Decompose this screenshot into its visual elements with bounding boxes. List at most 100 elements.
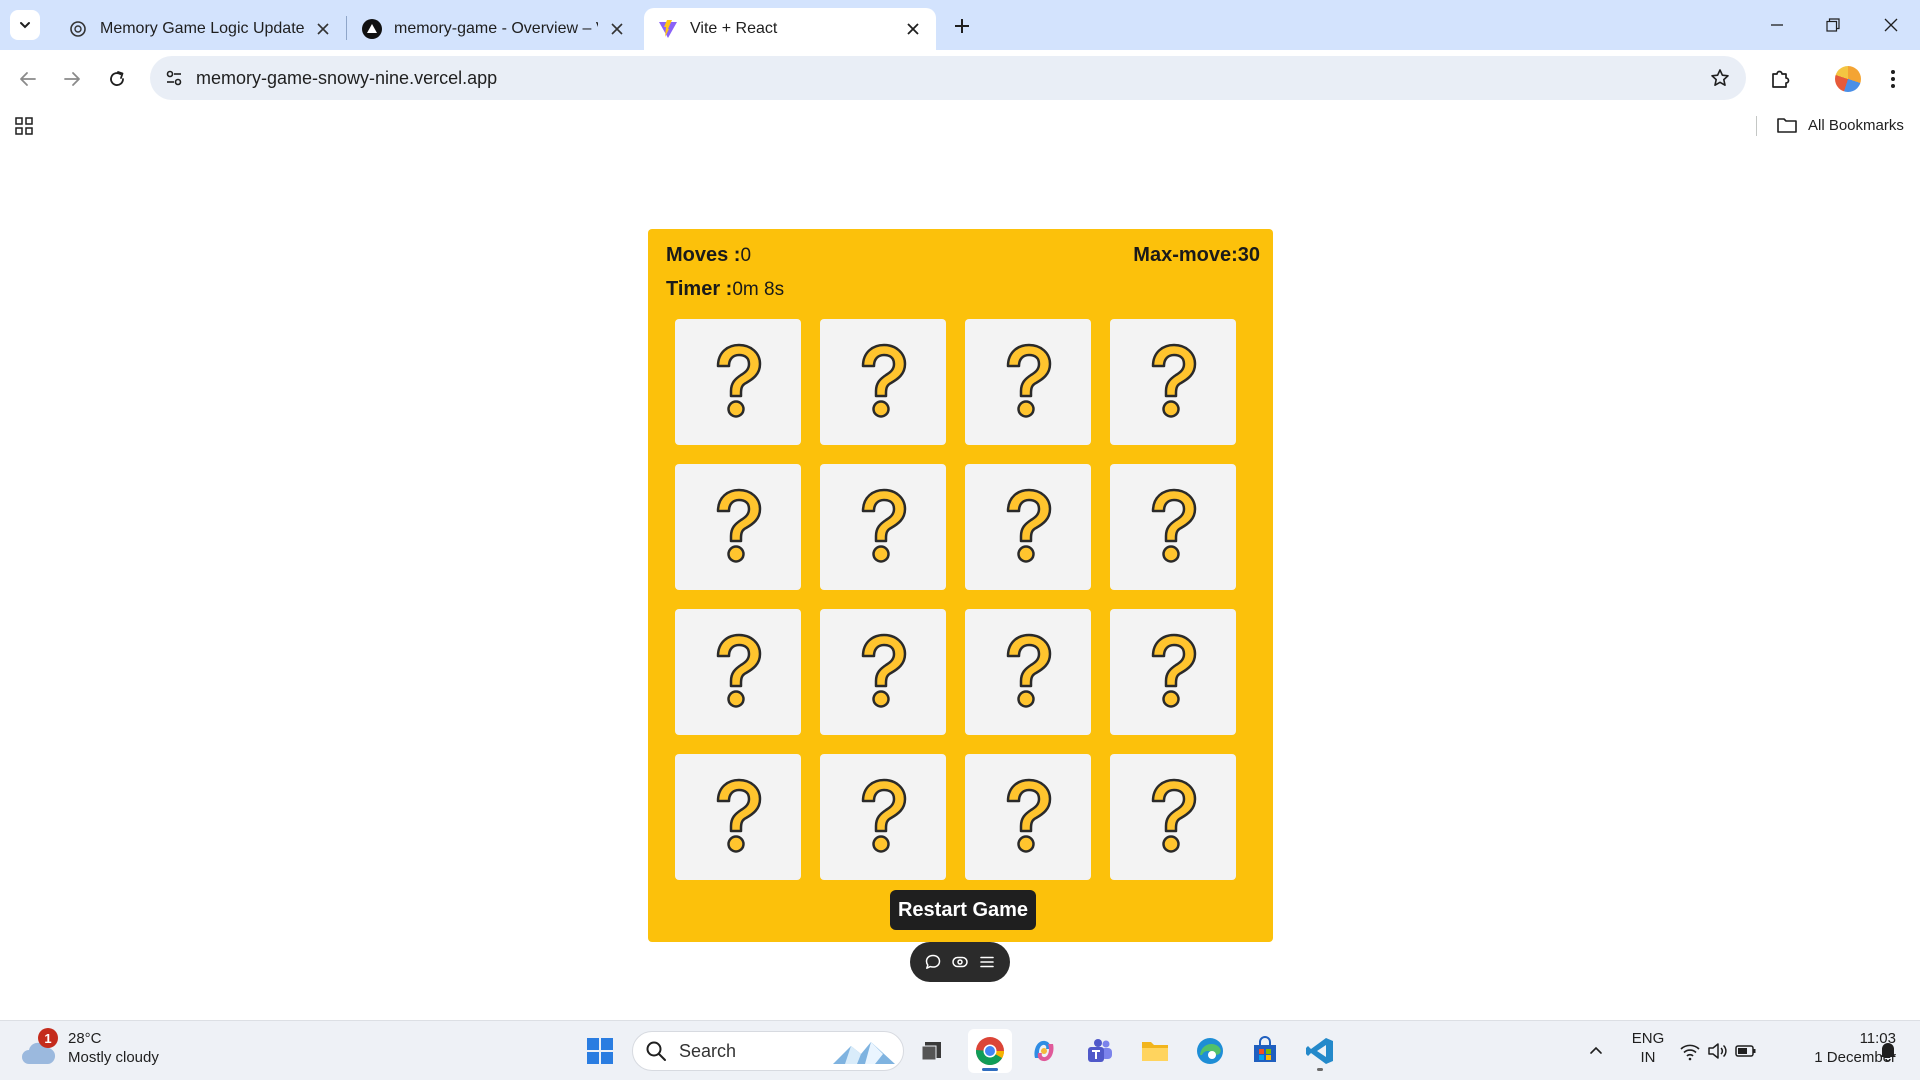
url-text: memory-game-snowy-nine.vercel.app bbox=[196, 68, 498, 88]
moves-label: Moves : bbox=[666, 244, 741, 266]
memory-card[interactable] bbox=[820, 754, 946, 880]
arrow-left-icon bbox=[20, 72, 36, 86]
weather-widget[interactable]: 1 28°C Mostly cloudy bbox=[20, 1028, 159, 1067]
memory-card[interactable] bbox=[1110, 319, 1236, 445]
address-bar[interactable]: memory-game-snowy-nine.vercel.app bbox=[150, 56, 1746, 100]
floating-toolbar bbox=[910, 942, 1010, 982]
language-region: IN bbox=[1640, 1049, 1656, 1066]
notification-badge: 1 bbox=[38, 1028, 58, 1048]
eye-icon[interactable] bbox=[949, 951, 971, 973]
close-window-button[interactable] bbox=[1874, 8, 1908, 42]
notifications-button[interactable] bbox=[1870, 1029, 1906, 1073]
timer-label: Timer : bbox=[666, 278, 733, 300]
memory-card[interactable] bbox=[1110, 754, 1236, 880]
chrome-taskbar-button[interactable] bbox=[968, 1029, 1012, 1073]
task-view-button[interactable] bbox=[910, 1029, 954, 1073]
question-mark-icon bbox=[1151, 343, 1197, 418]
question-mark-icon bbox=[716, 343, 762, 418]
question-mark-icon bbox=[861, 633, 907, 708]
timer: Timer :0m 8s bbox=[666, 278, 784, 301]
restore-button[interactable] bbox=[1816, 8, 1850, 42]
folder-icon bbox=[1776, 115, 1798, 135]
memory-card[interactable] bbox=[675, 609, 801, 735]
timer-value: 0m 8s bbox=[732, 279, 785, 300]
forward-button[interactable] bbox=[54, 61, 90, 97]
extensions-button[interactable] bbox=[1762, 61, 1798, 97]
active-indicator bbox=[982, 1068, 998, 1071]
memory-card[interactable] bbox=[675, 464, 801, 590]
show-hidden-icons-button[interactable] bbox=[1576, 1029, 1616, 1073]
profile-button[interactable] bbox=[1830, 61, 1866, 97]
openai-icon bbox=[68, 19, 88, 39]
question-mark-icon bbox=[716, 778, 762, 853]
minimize-icon bbox=[1771, 24, 1783, 26]
site-settings-icon[interactable] bbox=[162, 66, 186, 90]
windows-taskbar: 1 28°C Mostly cloudy Search ENG IN 11:03… bbox=[0, 1020, 1920, 1080]
file-explorer-taskbar-button[interactable] bbox=[1133, 1029, 1177, 1073]
tab-title: Memory Game Logic Update bbox=[100, 20, 304, 37]
chevron-up-icon bbox=[1590, 1046, 1602, 1054]
apps-grid-icon[interactable] bbox=[12, 114, 36, 138]
copilot-taskbar-button[interactable] bbox=[1022, 1029, 1066, 1073]
edge-icon bbox=[1197, 1038, 1223, 1064]
folder-icon bbox=[1142, 1042, 1168, 1061]
tab-search-button[interactable] bbox=[10, 10, 40, 40]
taskbar-search[interactable]: Search bbox=[632, 1031, 904, 1071]
memory-card[interactable] bbox=[820, 319, 946, 445]
battery-icon bbox=[1735, 1045, 1756, 1057]
memory-card[interactable] bbox=[820, 464, 946, 590]
language-indicator[interactable]: ENG IN bbox=[1628, 1029, 1668, 1067]
quick-settings-button[interactable] bbox=[1676, 1029, 1760, 1073]
question-mark-icon bbox=[1006, 778, 1052, 853]
bookmarks-divider bbox=[1756, 116, 1757, 136]
search-placeholder: Search bbox=[679, 1040, 737, 1061]
memory-card[interactable] bbox=[820, 609, 946, 735]
tab-vite-react[interactable]: Vite + React bbox=[644, 8, 936, 50]
restore-icon bbox=[1826, 18, 1840, 32]
close-icon[interactable] bbox=[902, 18, 924, 40]
edge-taskbar-button[interactable] bbox=[1188, 1029, 1232, 1073]
store-taskbar-button[interactable] bbox=[1243, 1029, 1287, 1073]
reload-button[interactable] bbox=[99, 61, 135, 97]
minimize-button[interactable] bbox=[1760, 8, 1794, 42]
memory-card[interactable] bbox=[965, 319, 1091, 445]
question-mark-icon bbox=[861, 778, 907, 853]
question-mark-icon bbox=[1006, 633, 1052, 708]
close-icon[interactable] bbox=[312, 18, 334, 40]
bell-icon bbox=[1880, 1043, 1896, 1062]
all-bookmarks-button[interactable]: All Bookmarks bbox=[1776, 115, 1904, 135]
browser-menu-button[interactable] bbox=[1875, 61, 1911, 97]
close-icon[interactable] bbox=[606, 18, 628, 40]
chevron-down-icon bbox=[20, 22, 30, 29]
memory-card[interactable] bbox=[965, 754, 1091, 880]
memory-card[interactable] bbox=[675, 754, 801, 880]
restart-game-button[interactable]: Restart Game bbox=[890, 890, 1036, 930]
menu-icon[interactable] bbox=[976, 951, 998, 973]
new-tab-button[interactable] bbox=[948, 12, 976, 40]
start-button[interactable] bbox=[578, 1029, 622, 1073]
weather-description: Mostly cloudy bbox=[68, 1049, 159, 1066]
question-mark-icon bbox=[861, 488, 907, 563]
vite-icon bbox=[658, 19, 678, 39]
comment-icon[interactable] bbox=[922, 951, 944, 973]
vscode-taskbar-button[interactable] bbox=[1298, 1029, 1342, 1073]
tab-memory-game-logic[interactable]: Memory Game Logic Update bbox=[54, 8, 346, 50]
tab-title: memory-game - Overview – Ve bbox=[394, 20, 598, 37]
memory-card[interactable] bbox=[965, 464, 1091, 590]
memory-card[interactable] bbox=[965, 609, 1091, 735]
wifi-icon bbox=[1680, 1044, 1700, 1061]
puzzle-icon bbox=[1772, 70, 1790, 88]
question-mark-icon bbox=[1006, 488, 1052, 563]
memory-card[interactable] bbox=[675, 319, 801, 445]
question-mark-icon bbox=[1151, 633, 1197, 708]
vercel-icon bbox=[362, 19, 382, 39]
memory-card[interactable] bbox=[1110, 464, 1236, 590]
bookmark-star-icon[interactable] bbox=[1708, 66, 1732, 90]
memory-card[interactable] bbox=[1110, 609, 1236, 735]
tab-vercel-overview[interactable]: memory-game - Overview – Ve bbox=[348, 8, 640, 50]
question-mark-icon bbox=[716, 633, 762, 708]
reload-icon bbox=[110, 71, 124, 86]
back-button[interactable] bbox=[10, 61, 46, 97]
teams-taskbar-button[interactable] bbox=[1077, 1029, 1121, 1073]
search-highlight-icon bbox=[833, 1042, 895, 1064]
